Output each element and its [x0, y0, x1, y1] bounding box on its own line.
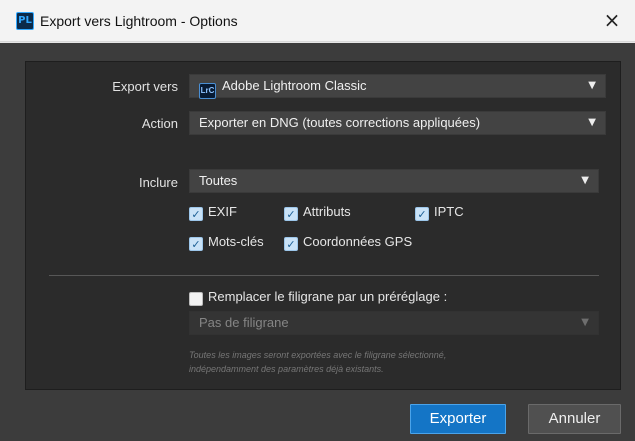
include-select[interactable]: Toutes ▼ [189, 169, 599, 193]
checkmark-icon: ✓ [284, 207, 298, 221]
action-select[interactable]: Exporter en DNG (toutes corrections appl… [189, 111, 606, 135]
checkmark-icon: ✓ [284, 237, 298, 251]
watermark-note: Toutes les images seront exportées avec … [189, 348, 589, 376]
export-to-select[interactable]: LrC Adobe Lightroom Classic ▼ [189, 74, 606, 99]
watermark-checkbox[interactable]: ✓ Remplacer le filigrane par un préréglag… [189, 289, 448, 306]
checkmark-icon: ✓ [415, 207, 429, 221]
window-title: Export vers Lightroom - Options [40, 13, 238, 29]
chevron-down-icon: ▼ [581, 317, 589, 328]
checkmark-icon: ✓ [189, 207, 203, 221]
export-to-value: Adobe Lightroom Classic [222, 78, 367, 93]
include-value: Toutes [199, 173, 238, 188]
separator [49, 275, 599, 276]
attributes-label: Attributs [303, 204, 351, 219]
chevron-down-icon: ▼ [588, 80, 596, 91]
unchecked-box-icon: ✓ [189, 292, 203, 306]
export-button[interactable]: Exporter [410, 404, 506, 434]
options-panel: Export vers LrC Adobe Lightroom Classic ▼… [25, 61, 621, 390]
watermark-note-line1: Toutes les images seront exportées avec … [189, 350, 447, 360]
iptc-checkbox[interactable]: ✓ IPTC [415, 204, 464, 221]
watermark-select: Pas de filigrane ▼ [189, 311, 599, 335]
cancel-button[interactable]: Annuler [528, 404, 621, 434]
watermark-note-line2: indépendamment des paramètres déjà exist… [189, 364, 384, 374]
exif-checkbox[interactable]: ✓ EXIF [189, 204, 237, 221]
title-bar: PL Export vers Lightroom - Options × [0, 0, 635, 42]
lightroom-classic-icon: LrC [199, 83, 216, 99]
keywords-label: Mots-clés [208, 234, 264, 249]
gps-checkbox[interactable]: ✓ Coordonnées GPS [284, 234, 413, 251]
include-label: Inclure [138, 175, 178, 190]
photolab-app-icon: PL [16, 12, 34, 30]
export-options-dialog: Export vers LrC Adobe Lightroom Classic ▼… [0, 43, 635, 441]
action-label: Action [141, 116, 178, 131]
iptc-label: IPTC [434, 204, 464, 219]
attributes-checkbox[interactable]: ✓ Attributs [284, 204, 351, 221]
keywords-checkbox[interactable]: ✓ Mots-clés [189, 234, 264, 251]
watermark-value: Pas de filigrane [199, 315, 289, 330]
chevron-down-icon: ▼ [588, 117, 596, 128]
watermark-label: Remplacer le filigrane par un préréglage… [208, 289, 448, 304]
close-icon[interactable]: × [601, 9, 623, 31]
chevron-down-icon: ▼ [581, 175, 589, 186]
exif-label: EXIF [208, 204, 237, 219]
export-to-label: Export vers [112, 79, 178, 94]
checkmark-icon: ✓ [189, 237, 203, 251]
gps-label: Coordonnées GPS [303, 234, 413, 249]
action-value: Exporter en DNG (toutes corrections appl… [199, 115, 481, 130]
